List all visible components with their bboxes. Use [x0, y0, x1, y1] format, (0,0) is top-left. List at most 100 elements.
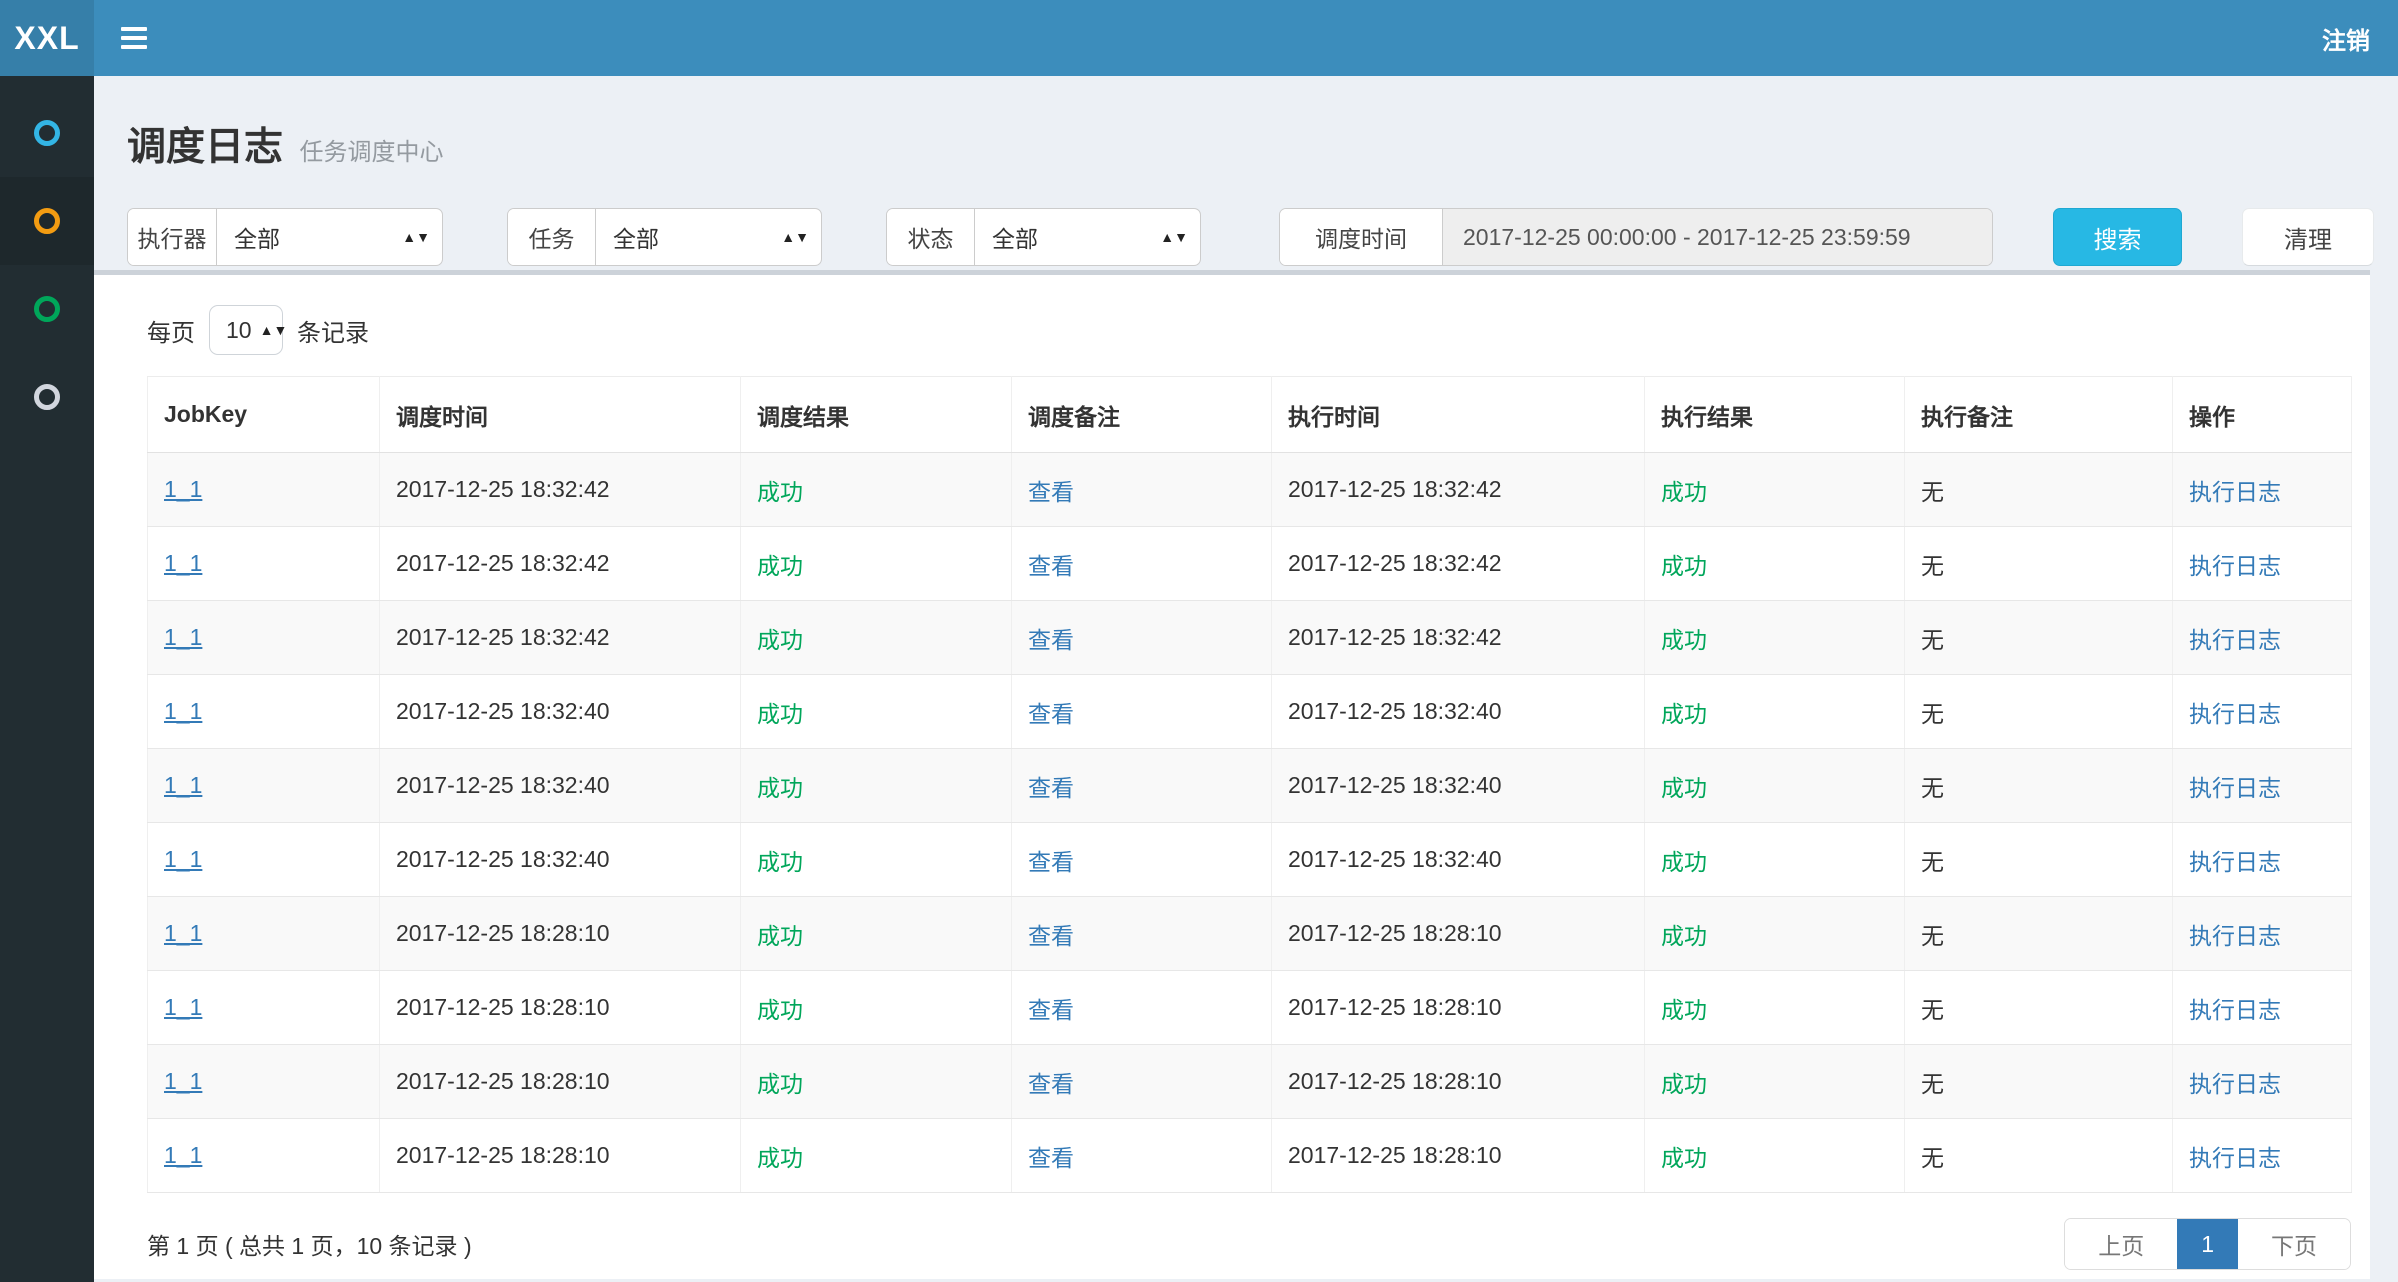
trigger-time-cell: 2017-12-25 18:32:40 [380, 749, 741, 823]
action-cell: 执行日志 [2173, 823, 2352, 897]
sidebar-menu-item[interactable] [0, 89, 94, 177]
jobkey-link[interactable]: 1_1 [164, 550, 202, 576]
handle-result-cell: 成功 [1645, 527, 1905, 601]
jobkey-link[interactable]: 1_1 [164, 994, 202, 1020]
exec-log-link[interactable]: 执行日志 [2189, 849, 2281, 875]
handle-result-cell: 成功 [1645, 971, 1905, 1045]
sidebar-menu-item[interactable] [0, 353, 94, 441]
trigger-msg-link[interactable]: 查看 [1028, 1071, 1074, 1097]
logout-button[interactable]: 注销 [2322, 21, 2370, 56]
exec-log-link[interactable]: 执行日志 [2189, 1145, 2281, 1171]
exec-log-link[interactable]: 执行日志 [2189, 1071, 2281, 1097]
trigger-msg-link[interactable]: 查看 [1028, 479, 1074, 505]
trigger-time-cell: 2017-12-25 18:32:42 [380, 601, 741, 675]
exec-log-link[interactable]: 执行日志 [2189, 997, 2281, 1023]
trigger-msg-link[interactable]: 查看 [1028, 775, 1074, 801]
trigger-msg-link[interactable]: 查看 [1028, 553, 1074, 579]
trigger-msg-link[interactable]: 查看 [1028, 1145, 1074, 1171]
search-button[interactable]: 搜索 [2053, 208, 2182, 266]
page-size-value: 10 [226, 317, 252, 344]
clear-button[interactable]: 清理 [2242, 208, 2374, 266]
app-window: XXL 注销 调度日志 任务调度中心 [0, 0, 2398, 1282]
action-cell: 执行日志 [2173, 527, 2352, 601]
action-cell: 执行日志 [2173, 971, 2352, 1045]
trigger-result-cell: 成功 [741, 971, 1012, 1045]
jobkey-cell: 1_1 [148, 1119, 380, 1193]
handle-result-cell: 成功 [1645, 1045, 1905, 1119]
trigger-msg-link[interactable]: 查看 [1028, 701, 1074, 727]
handle-time-cell: 2017-12-25 18:32:42 [1272, 601, 1645, 675]
handle-result-cell: 成功 [1645, 453, 1905, 527]
page-title: 调度日志 [127, 126, 283, 169]
handle-msg-cell: 无 [1905, 527, 2173, 601]
jobkey-link[interactable]: 1_1 [164, 1142, 202, 1168]
job-select-value: 全部 [613, 220, 659, 254]
job-select[interactable]: 全部 ▲▼ [596, 209, 821, 265]
handle-time-cell: 2017-12-25 18:28:10 [1272, 897, 1645, 971]
exec-log-link[interactable]: 执行日志 [2189, 701, 2281, 727]
job-filter-group: 任务 全部 ▲▼ [507, 208, 822, 266]
jobkey-link[interactable]: 1_1 [164, 846, 202, 872]
jobkey-link[interactable]: 1_1 [164, 476, 202, 502]
circle-icon [34, 384, 60, 410]
trigger-msg-link[interactable]: 查看 [1028, 997, 1074, 1023]
handle-result-cell: 成功 [1645, 675, 1905, 749]
trigger-msg-cell: 查看 [1012, 1045, 1272, 1119]
table-row: 1_1 2017-12-25 18:28:10 成功 查看 2017-12-25… [148, 1119, 2352, 1193]
jobkey-cell: 1_1 [148, 527, 380, 601]
status-select[interactable]: 全部 ▲▼ [975, 209, 1200, 265]
navbar-right: 注销 [2322, 0, 2398, 76]
trigger-time-cell: 2017-12-25 18:28:10 [380, 971, 741, 1045]
jobkey-link[interactable]: 1_1 [164, 920, 202, 946]
hamburger-icon [121, 27, 147, 31]
trigger-result-cell: 成功 [741, 749, 1012, 823]
exec-log-link[interactable]: 执行日志 [2189, 627, 2281, 653]
sidebar-toggle-button[interactable] [94, 0, 174, 76]
handle-msg-cell: 无 [1905, 897, 2173, 971]
time-filter-label: 调度时间 [1280, 209, 1443, 265]
content-area: 调度日志 任务调度中心 执行器 全部 ▲▼ 任务 全部 ▲▼ 状态 [94, 76, 2398, 1282]
handle-msg-cell: 无 [1905, 601, 2173, 675]
trigger-msg-link[interactable]: 查看 [1028, 849, 1074, 875]
jobkey-link[interactable]: 1_1 [164, 772, 202, 798]
trigger-result-cell: 成功 [741, 675, 1012, 749]
column-header: JobKey [148, 377, 380, 453]
time-range-input[interactable]: 2017-12-25 00:00:00 - 2017-12-25 23:59:5… [1443, 209, 1992, 265]
jobkey-cell: 1_1 [148, 897, 380, 971]
executor-filter-group: 执行器 全部 ▲▼ [127, 208, 443, 266]
trigger-msg-cell: 查看 [1012, 675, 1272, 749]
app-logo: XXL [0, 0, 94, 76]
jobkey-cell: 1_1 [148, 453, 380, 527]
table-row: 1_1 2017-12-25 18:32:42 成功 查看 2017-12-25… [148, 601, 2352, 675]
circle-icon [34, 208, 60, 234]
status-filter-group: 状态 全部 ▲▼ [886, 208, 1201, 266]
jobkey-link[interactable]: 1_1 [164, 624, 202, 650]
next-page-button[interactable]: 下页 [2238, 1219, 2350, 1269]
trigger-msg-link[interactable]: 查看 [1028, 923, 1074, 949]
jobkey-cell: 1_1 [148, 749, 380, 823]
page-size-select[interactable]: 10 ▲▼ [209, 305, 283, 355]
filter-toolbar: 执行器 全部 ▲▼ 任务 全部 ▲▼ 状态 全部 ▲▼ [94, 207, 2398, 267]
exec-log-link[interactable]: 执行日志 [2189, 479, 2281, 505]
sidebar-menu-item[interactable] [0, 177, 94, 265]
executor-select[interactable]: 全部 ▲▼ [217, 209, 442, 265]
jobkey-link[interactable]: 1_1 [164, 1068, 202, 1094]
hamburger-icon [121, 45, 147, 49]
log-panel: 每页 10 ▲▼ 条记录 JobKey调度时间调度结果调度备注执行时间执行结果执… [94, 275, 2370, 1279]
handle-time-cell: 2017-12-25 18:32:40 [1272, 823, 1645, 897]
exec-log-link[interactable]: 执行日志 [2189, 553, 2281, 579]
handle-result-cell: 成功 [1645, 897, 1905, 971]
jobkey-link[interactable]: 1_1 [164, 698, 202, 724]
handle-time-cell: 2017-12-25 18:28:10 [1272, 1119, 1645, 1193]
current-page-button[interactable]: 1 [2177, 1219, 2238, 1269]
trigger-result-cell: 成功 [741, 527, 1012, 601]
handle-time-cell: 2017-12-25 18:28:10 [1272, 1045, 1645, 1119]
exec-log-link[interactable]: 执行日志 [2189, 775, 2281, 801]
sidebar-menu-item[interactable] [0, 265, 94, 353]
trigger-msg-link[interactable]: 查看 [1028, 627, 1074, 653]
exec-log-link[interactable]: 执行日志 [2189, 923, 2281, 949]
handle-time-cell: 2017-12-25 18:32:40 [1272, 749, 1645, 823]
prev-page-button[interactable]: 上页 [2065, 1219, 2177, 1269]
trigger-time-cell: 2017-12-25 18:32:42 [380, 527, 741, 601]
trigger-msg-cell: 查看 [1012, 823, 1272, 897]
